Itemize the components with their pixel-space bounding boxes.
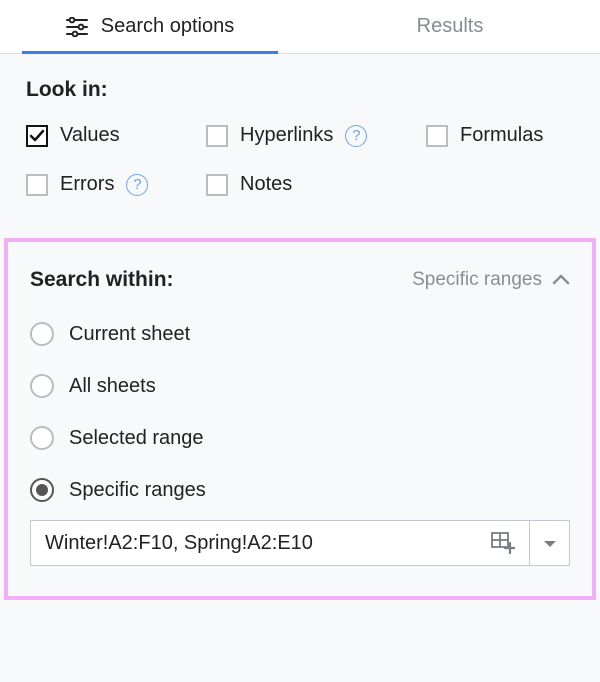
radio-current-sheet-label: Current sheet (69, 323, 190, 346)
tab-results-label: Results (417, 15, 484, 38)
checkbox-errors-box[interactable] (26, 174, 48, 196)
help-icon[interactable]: ? (345, 125, 367, 147)
checkbox-errors-label: Errors (60, 173, 114, 196)
checkbox-hyperlinks[interactable]: Hyperlinks ? (206, 124, 426, 147)
search-within-summary: Specific ranges (412, 269, 542, 291)
radio-specific-ranges-circle[interactable] (30, 478, 54, 502)
radio-selected-range-circle[interactable] (30, 426, 54, 450)
tab-results[interactable]: Results (300, 0, 600, 53)
radio-selected-range[interactable]: Selected range (30, 426, 570, 450)
checkbox-values-label: Values (60, 124, 120, 147)
checkbox-errors[interactable]: Errors ? (26, 173, 206, 196)
search-within-section: Search within: Specific ranges Current s… (4, 238, 596, 600)
checkbox-hyperlinks-box[interactable] (206, 125, 228, 147)
checkbox-notes-box[interactable] (206, 174, 228, 196)
range-input-value: Winter!A2:F10, Spring!A2:E10 (45, 532, 481, 555)
checkbox-notes-label: Notes (240, 173, 292, 196)
radio-current-sheet-circle[interactable] (30, 322, 54, 346)
checkbox-formulas[interactable]: Formulas (426, 124, 543, 147)
range-dropdown[interactable] (530, 520, 570, 566)
caret-down-icon (543, 532, 557, 555)
help-icon[interactable]: ? (126, 174, 148, 196)
tabs: Search options Results (0, 0, 600, 54)
radio-current-sheet[interactable]: Current sheet (30, 322, 570, 346)
radio-selected-range-label: Selected range (69, 427, 204, 450)
checkbox-hyperlinks-label: Hyperlinks (240, 124, 333, 147)
select-range-icon[interactable] (481, 532, 515, 554)
radio-specific-ranges[interactable]: Specific ranges (30, 478, 570, 502)
look-in-title: Look in: (26, 78, 574, 102)
checkbox-formulas-box[interactable] (426, 125, 448, 147)
search-within-collapse[interactable]: Specific ranges (412, 269, 570, 291)
look-in-section: Look in: Values Hyperlinks ? Formulas Er… (0, 54, 600, 232)
sliders-icon (66, 17, 88, 37)
search-within-title: Search within: (30, 268, 174, 292)
checkbox-notes[interactable]: Notes (206, 173, 426, 196)
range-input[interactable]: Winter!A2:F10, Spring!A2:E10 (30, 520, 530, 566)
radio-all-sheets-label: All sheets (69, 375, 156, 398)
tab-search-options-label: Search options (101, 15, 234, 38)
checkbox-values-box[interactable] (26, 125, 48, 147)
checkbox-formulas-label: Formulas (460, 124, 543, 147)
radio-specific-ranges-label: Specific ranges (69, 479, 206, 502)
checkbox-values[interactable]: Values (26, 124, 206, 147)
range-input-row: Winter!A2:F10, Spring!A2:E10 (30, 520, 570, 566)
radio-all-sheets-circle[interactable] (30, 374, 54, 398)
radio-all-sheets[interactable]: All sheets (30, 374, 570, 398)
chevron-up-icon (552, 269, 570, 291)
tab-search-options[interactable]: Search options (0, 0, 300, 53)
